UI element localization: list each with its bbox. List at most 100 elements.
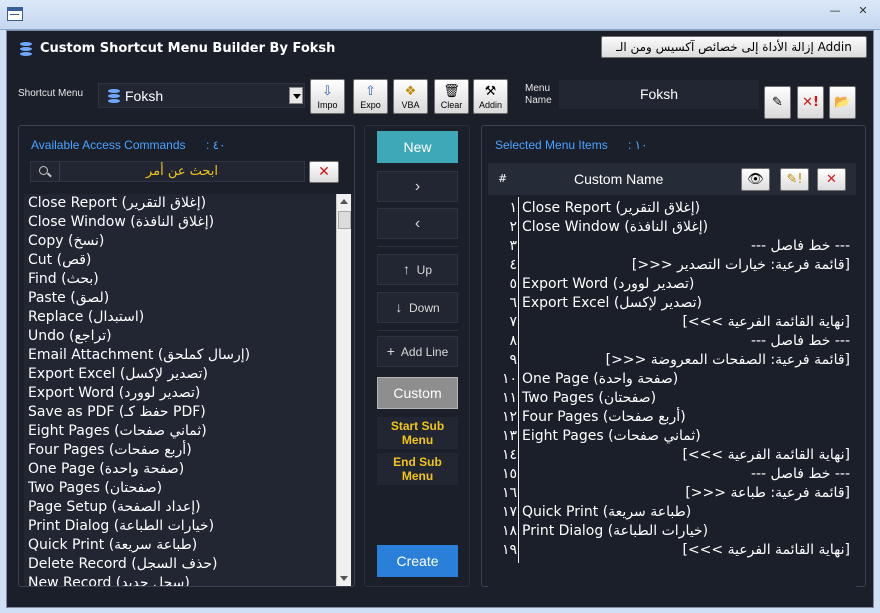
- close-icon: ✕: [826, 172, 837, 187]
- close-window-icon[interactable]: ✕: [851, 3, 875, 21]
- list-item[interactable]: Print Dialog (خيارات الطباعة): [24, 517, 353, 536]
- preview-button[interactable]: 👁: [741, 168, 770, 191]
- list-item[interactable]: Email Attachment (إرسال كملحق): [24, 346, 353, 365]
- table-row[interactable]: ١٣ Eight Pages (ثماني صفحات): [488, 427, 856, 446]
- table-row[interactable]: ٢ Close Window (إغلاق النافذة): [488, 218, 856, 237]
- list-item[interactable]: Replace (استبدال): [24, 308, 353, 327]
- custom-button[interactable]: Custom: [377, 377, 458, 409]
- list-item[interactable]: One Page (صفحة واحدة): [24, 460, 353, 479]
- list-item[interactable]: Paste (لصق): [24, 289, 353, 308]
- list-item[interactable]: New Record (سجل جديد): [24, 574, 353, 586]
- table-row[interactable]: ١٤ [<<< نهاية القائمة الفرعية]: [488, 446, 856, 465]
- open-folder-button[interactable]: 📂: [829, 86, 856, 119]
- table-row[interactable]: ١٦ [>>> قائمة فرعية: طباعة]: [488, 484, 856, 503]
- menu-name-label-line1: Menu: [525, 83, 551, 94]
- table-row[interactable]: ٦ Export Excel (تصدير لإكسل): [488, 294, 856, 313]
- row-name: [>>> قائمة فرعية: الصفحات المعروضة]: [605, 352, 850, 368]
- list-item[interactable]: Save as PDF (حفظ كـ PDF): [24, 403, 353, 422]
- row-name: [>>> قائمة فرعية: خيارات التصدير]: [631, 257, 850, 273]
- shortcut-menu-combo[interactable]: Foksh: [98, 83, 305, 108]
- table-row[interactable]: ١٢ Four Pages (أربع صفحات): [488, 408, 856, 427]
- database-icon: [108, 89, 120, 103]
- remove-item-button[interactable]: ‹: [377, 208, 458, 239]
- list-item[interactable]: Export Excel (تصدير لإكسل): [24, 365, 353, 384]
- move-down-button[interactable]: ↓ Down: [377, 292, 458, 323]
- commands-scrollbar[interactable]: [336, 194, 351, 586]
- table-row[interactable]: ١٥ --- خط فاصل ---: [488, 465, 856, 484]
- add-item-button[interactable]: ›: [377, 171, 458, 202]
- end-sub-label-line1: End Sub: [393, 455, 442, 469]
- list-item[interactable]: Eight Pages (ثماني صفحات): [24, 422, 353, 441]
- list-item[interactable]: Close Report (إغلاق التقرير): [24, 194, 353, 213]
- list-item[interactable]: Quick Print (طباعة سريعة): [24, 536, 353, 555]
- end-sub-menu-button[interactable]: End Sub Menu: [377, 453, 458, 485]
- table-row[interactable]: ٨ --- خط فاصل ---: [488, 332, 856, 351]
- table-row[interactable]: ١٠ One Page (صفحة واحدة): [488, 370, 856, 389]
- move-up-button[interactable]: ↑ Up: [377, 254, 458, 285]
- rename-icon: ✎!: [786, 172, 803, 187]
- table-row[interactable]: ١ Close Report (إغلاق التقرير): [488, 199, 856, 218]
- rename-button[interactable]: ✎!: [780, 168, 809, 191]
- minimize-icon[interactable]: —: [823, 3, 847, 21]
- search-placeholder: ابحث عن أمر: [59, 162, 304, 181]
- vba-button[interactable]: ❖ VBA: [393, 79, 428, 114]
- new-button[interactable]: New: [377, 131, 458, 163]
- export-label: Expo: [360, 100, 381, 110]
- arrow-up-icon: ↑: [402, 261, 410, 277]
- addin-button[interactable]: ⚒ Addin: [473, 79, 508, 114]
- row-number: ١٢: [501, 409, 517, 425]
- row-name: Export Word (تصدير لوورد): [522, 276, 695, 292]
- scroll-up-icon[interactable]: [337, 194, 352, 209]
- app-window: Custom Shortcut Menu Builder By Foksh إز…: [6, 30, 874, 608]
- export-button[interactable]: ⇧ Expo: [353, 79, 388, 114]
- clear-button[interactable]: 🗑 Clear: [434, 79, 469, 114]
- table-row[interactable]: ١٩ [<<< نهاية القائمة الفرعية]: [488, 541, 856, 560]
- search-input[interactable]: ابحث عن أمر: [30, 161, 305, 182]
- row-name: Four Pages (أربع صفحات): [522, 409, 686, 425]
- table-row[interactable]: ١٧ Quick Print (طباعة سريعة): [488, 503, 856, 522]
- chevron-left-icon: ‹: [414, 215, 421, 232]
- row-name: [<<< نهاية القائمة الفرعية]: [682, 314, 850, 330]
- chevron-down-icon[interactable]: [289, 87, 303, 104]
- row-name: --- خط فاصل ---: [750, 466, 850, 482]
- row-number: ٨: [509, 333, 517, 349]
- delete-menu-button[interactable]: ✕!: [797, 86, 824, 119]
- clear-search-button[interactable]: ✕: [309, 161, 339, 183]
- menu-name-field[interactable]: Foksh: [559, 80, 759, 109]
- table-row[interactable]: ١٨ Print Dialog (خيارات الطباعة): [488, 522, 856, 541]
- list-item[interactable]: Export Word (تصدير لوورد): [24, 384, 353, 403]
- list-item[interactable]: Copy (نسخ): [24, 232, 353, 251]
- delete-item-button[interactable]: ✕: [817, 168, 846, 191]
- list-item[interactable]: Find (بحث): [24, 270, 353, 289]
- table-row[interactable]: ٣ --- خط فاصل ---: [488, 237, 856, 256]
- list-item[interactable]: Four Pages (أربع صفحات): [24, 441, 353, 460]
- list-item[interactable]: Delete Record (حذف السجل): [24, 555, 353, 574]
- row-number: ١٩: [501, 542, 517, 558]
- table-row[interactable]: ٥ Export Word (تصدير لوورد): [488, 275, 856, 294]
- import-button[interactable]: ⇩ Impo: [310, 79, 345, 114]
- create-button[interactable]: Create: [377, 545, 458, 577]
- row-number: ٣: [509, 238, 517, 254]
- selected-items-list[interactable]: ١ Close Report (إغلاق التقرير) ٢ Close Wind…: [488, 197, 856, 597]
- row-number: ١١: [501, 390, 517, 406]
- add-line-button[interactable]: + Add Line: [377, 336, 458, 367]
- table-row[interactable]: ١١ Two Pages (صفحتان): [488, 389, 856, 408]
- scroll-thumb[interactable]: [338, 211, 351, 229]
- table-row[interactable]: ٧ [<<< نهاية القائمة الفرعية]: [488, 313, 856, 332]
- remove-addin-button[interactable]: إزالة الأداة إلى خصائص آكسيس ومن الـ Add…: [601, 36, 867, 58]
- list-item[interactable]: Close Window (إغلاق النافذة): [24, 213, 353, 232]
- list-item[interactable]: Undo (تراجع): [24, 327, 353, 346]
- available-commands-list[interactable]: Close Report (إغلاق التقرير) Close Window…: [24, 194, 353, 586]
- row-number: ٤: [509, 257, 517, 273]
- selected-items-count: : ١٠: [628, 138, 648, 152]
- list-item[interactable]: Cut (قص): [24, 251, 353, 270]
- scroll-down-icon[interactable]: [337, 571, 352, 586]
- menu-name-label: Menu Name: [525, 83, 552, 107]
- list-item[interactable]: Page Setup (إعداد الصفحة): [24, 498, 353, 517]
- edit-menu-button[interactable]: ✎: [764, 86, 791, 119]
- table-row[interactable]: ٩ [>>> قائمة فرعية: الصفحات المعروضة]: [488, 351, 856, 370]
- table-row[interactable]: ٤ [>>> قائمة فرعية: خيارات التصدير]: [488, 256, 856, 275]
- list-item[interactable]: Two Pages (صفحتان): [24, 479, 353, 498]
- row-name: [<<< نهاية القائمة الفرعية]: [682, 542, 850, 558]
- start-sub-menu-button[interactable]: Start Sub Menu: [377, 417, 458, 449]
